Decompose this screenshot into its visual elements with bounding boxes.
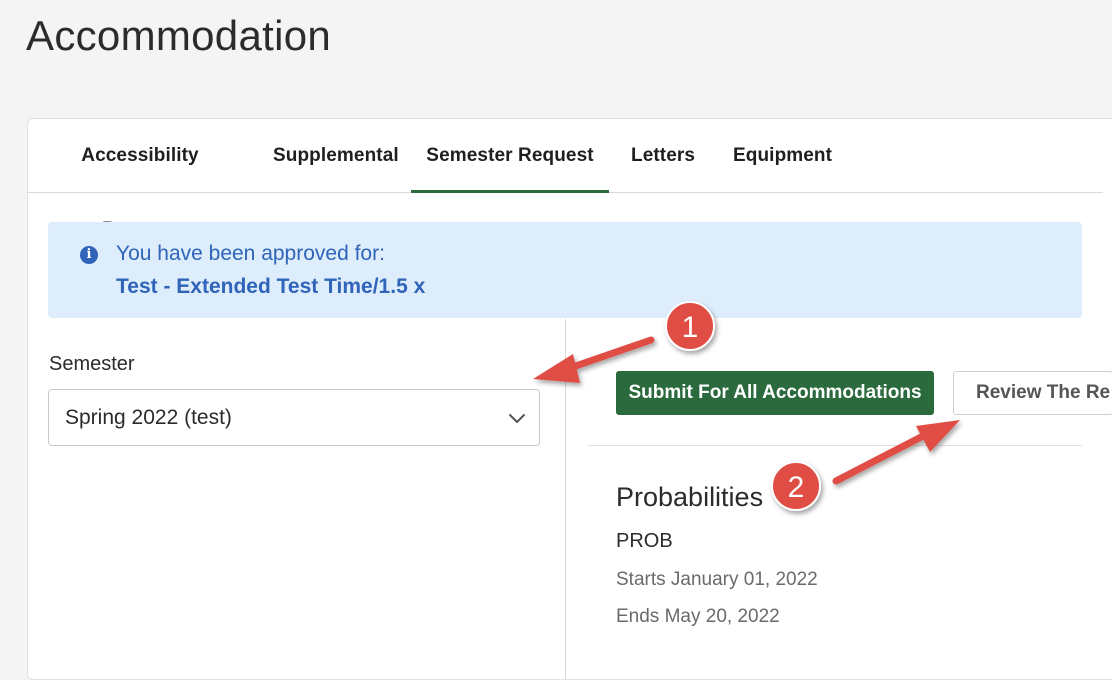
alert-approval: Test - Extended Test Time/1.5 x bbox=[116, 275, 426, 298]
course-title: Probabilities bbox=[616, 482, 764, 512]
tab-supplemental[interactable]: Supplemental bbox=[273, 119, 399, 192]
accommodation-card: Accessibility Request Supplemental Semes… bbox=[27, 118, 1112, 680]
approval-alert: i You have been approved for: Test - Ext… bbox=[48, 222, 1082, 318]
section-divider bbox=[588, 445, 1082, 446]
tab-letters[interactable]: Letters bbox=[631, 119, 695, 192]
tab-equipment[interactable]: Equipment bbox=[733, 119, 832, 192]
submit-all-accommodations-button[interactable]: Submit For All Accommodations bbox=[616, 371, 934, 415]
tab-accessibility-request[interactable]: Accessibility Request bbox=[49, 119, 231, 240]
tab-semester-request[interactable]: Semester Request bbox=[411, 119, 609, 193]
page-title: Accommodation bbox=[26, 12, 332, 59]
tab-bar: Accessibility Request Supplemental Semes… bbox=[28, 119, 1103, 240]
chevron-down-icon bbox=[509, 414, 525, 423]
course-code: PROB bbox=[616, 530, 673, 552]
semester-selected-value: Spring 2022 (test) bbox=[65, 406, 232, 429]
info-icon: i bbox=[80, 246, 98, 264]
column-divider bbox=[565, 319, 566, 679]
course-start-date: Starts January 01, 2022 bbox=[616, 569, 818, 590]
review-button[interactable]: Review The Re bbox=[953, 371, 1112, 415]
semester-select[interactable]: Spring 2022 (test) bbox=[48, 389, 540, 446]
semester-label: Semester bbox=[49, 353, 135, 375]
alert-message: You have been approved for: bbox=[116, 242, 385, 265]
course-end-date: Ends May 20, 2022 bbox=[616, 606, 780, 627]
